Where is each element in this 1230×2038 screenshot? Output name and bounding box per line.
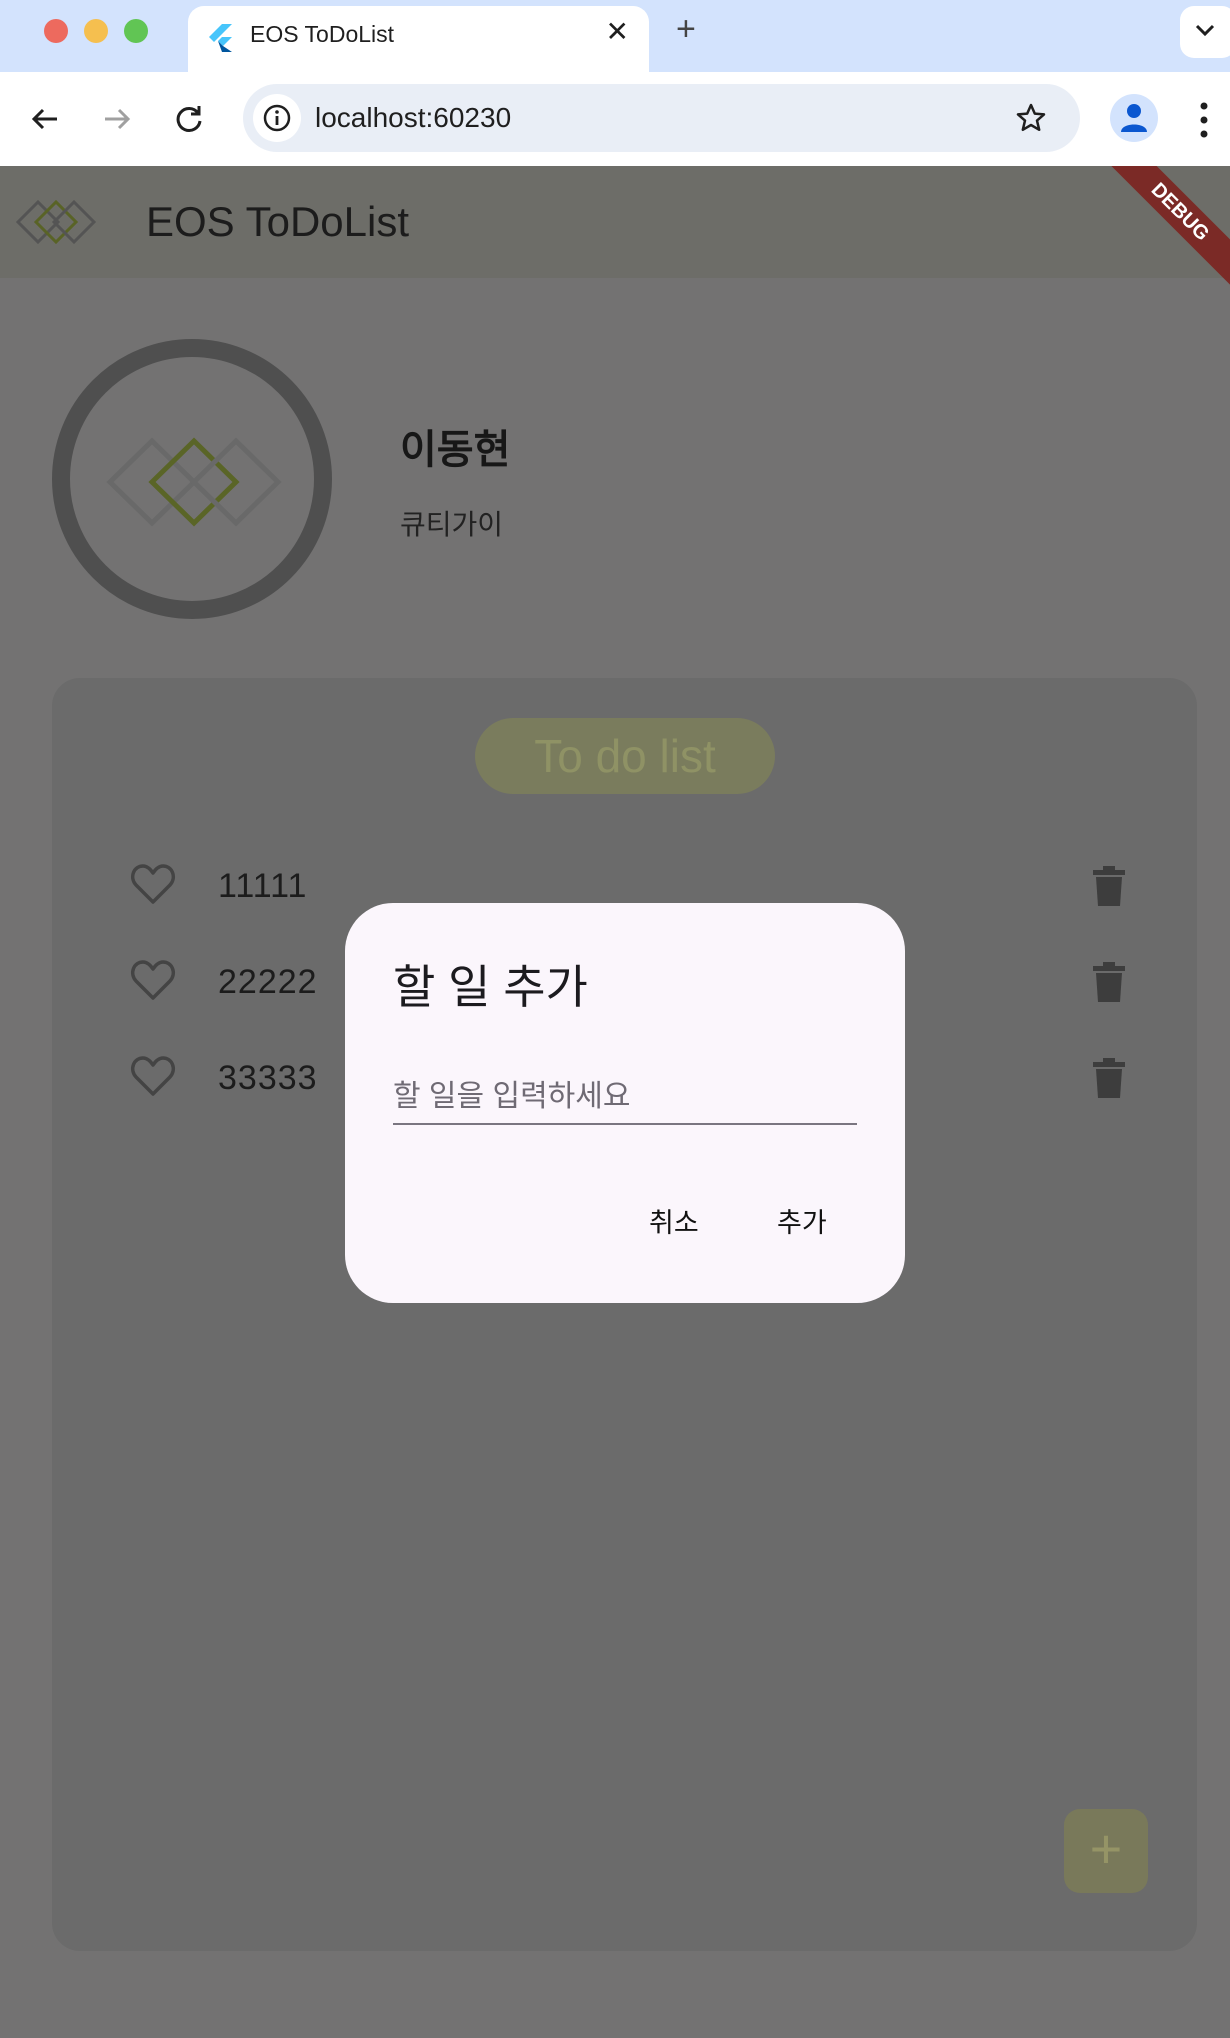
dialog-title: 할 일 추가 — [393, 961, 588, 1013]
maximize-window-button[interactable] — [124, 19, 148, 43]
cancel-button[interactable]: 취소 — [649, 1201, 699, 1240]
heart-icon[interactable] — [130, 958, 176, 1004]
heart-icon[interactable] — [130, 1054, 176, 1100]
close-window-button[interactable] — [44, 19, 68, 43]
heart-icon[interactable] — [130, 862, 176, 908]
profile-button[interactable] — [1110, 94, 1158, 142]
browser-tab[interactable]: EOS ToDoList ✕ — [188, 6, 649, 72]
todo-item-text: 33333 — [218, 1059, 318, 1097]
debug-banner-area: DEBUG — [0, 166, 1230, 366]
tab-search-button[interactable] — [1180, 6, 1230, 58]
debug-banner: DEBUG — [1090, 166, 1230, 302]
person-icon — [1121, 104, 1147, 132]
forward-button[interactable] — [94, 96, 140, 142]
add-button[interactable]: 추가 — [777, 1201, 827, 1240]
profile-subtitle: 큐티가이 — [400, 509, 504, 540]
browser-tab-bar: EOS ToDoList ✕ + — [0, 0, 1230, 72]
chevron-down-icon — [1195, 24, 1215, 37]
arrow-right-icon — [105, 108, 131, 130]
site-info-button[interactable] — [253, 94, 301, 142]
trash-icon[interactable] — [1093, 1058, 1125, 1098]
add-todo-dialog: 할 일 추가 취소 추가 — [345, 903, 905, 1303]
browser-toolbar: localhost:60230 — [0, 72, 1230, 166]
todo-input[interactable] — [393, 1071, 857, 1125]
add-todo-button[interactable]: + — [1064, 1809, 1148, 1893]
tab-close-icon[interactable]: ✕ — [606, 18, 629, 46]
url-text: localhost:60230 — [315, 102, 512, 133]
todo-item-text: 22222 — [218, 963, 318, 1001]
address-bar[interactable]: localhost:60230 — [243, 84, 1080, 152]
tab-title: EOS ToDoList — [250, 21, 395, 47]
arrow-left-icon — [31, 108, 57, 130]
avatar — [52, 339, 332, 619]
new-tab-button[interactable]: + — [676, 12, 696, 46]
more-vert-icon[interactable] — [1196, 100, 1212, 140]
star-icon[interactable] — [1015, 102, 1047, 134]
minimize-window-button[interactable] — [84, 19, 108, 43]
reload-icon — [176, 106, 202, 132]
flutter-icon — [209, 24, 232, 52]
trash-icon[interactable] — [1093, 962, 1125, 1002]
todo-item-text: 11111 — [218, 867, 308, 905]
back-button[interactable] — [22, 96, 68, 142]
todo-list-header: To do list — [475, 718, 775, 794]
eos-logo-icon — [106, 437, 282, 527]
profile-name: 이동현 — [400, 428, 511, 472]
reload-button[interactable] — [166, 96, 212, 142]
info-icon — [263, 104, 291, 132]
trash-icon[interactable] — [1093, 866, 1125, 906]
